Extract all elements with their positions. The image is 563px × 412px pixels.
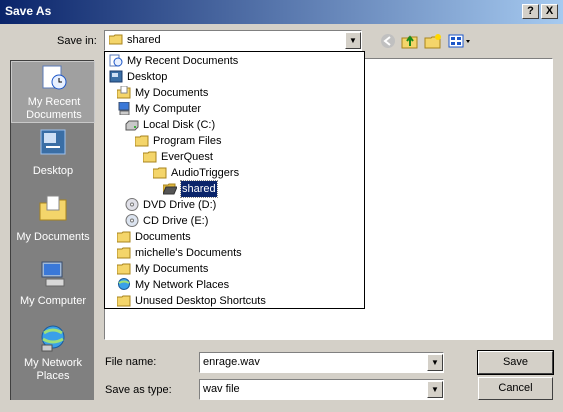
my-computer-icon [117,101,131,116]
save-as-type-value: wav file [203,383,240,395]
dropdown-item-label: My Network Places [135,279,230,291]
dropdown-item[interactable]: michelle's Documents [105,245,364,261]
up-folder-icon[interactable] [400,33,420,51]
title-bar[interactable]: Save As ? X [0,0,563,24]
my-documents-icon [38,193,68,223]
dropdown-item[interactable]: Local Disk (C:) [105,117,364,133]
dropdown-item-label: Documents [135,231,191,243]
chevron-down-icon[interactable]: ▼ [427,381,443,398]
back-icon[interactable] [378,33,398,51]
dropdown-item-label: My Recent Documents [127,55,239,67]
dropdown-item-label: EverQuest [161,151,213,163]
file-name-label: File name: [105,356,157,368]
place-label: Desktop [32,165,74,177]
dropdown-item[interactable]: My Documents [105,85,364,101]
save-button[interactable]: Save [477,350,554,375]
file-name-value: enrage.wav [203,356,260,368]
dropdown-item[interactable]: My Network Places [105,277,364,293]
dropdown-item-label: CD Drive (E:) [143,215,209,227]
help-button[interactable]: ? [522,4,539,19]
chevron-down-icon[interactable]: ▼ [427,354,443,371]
place-my-computer[interactable]: My Computer [11,259,95,321]
desktop-icon [38,127,68,157]
recent-documents-icon [109,54,123,67]
desktop-icon [109,70,123,83]
save-in-combo[interactable]: shared ▼ [104,30,362,51]
folder-icon [116,246,131,259]
folder-icon [116,294,131,307]
place-label: My Documents [16,231,90,243]
window-title: Save As [5,4,52,18]
dropdown-item-label: Desktop [127,71,168,83]
folder-icon [134,134,149,147]
folder-icon [152,166,167,179]
dropdown-item-label: My Documents [135,263,209,275]
my-computer-icon [38,259,68,289]
save-in-label: Save in: [57,35,97,47]
place-label: My Network Places [23,357,83,382]
network-places-icon [117,278,131,291]
dropdown-item[interactable]: Documents [105,229,364,245]
save-as-type-label: Save as type: [105,384,172,396]
place-label: My Recent Documents [26,96,82,121]
dropdown-item-label: AudioTriggers [171,167,240,179]
dropdown-item-label: My Computer [135,103,202,115]
dropdown-item[interactable]: EverQuest [105,149,364,165]
folder-icon [108,34,123,45]
place-recent-documents[interactable]: My Recent Documents [11,61,95,123]
dropdown-item[interactable]: DVD Drive (D:) [105,197,364,213]
dropdown-item[interactable]: CD Drive (E:) [105,213,364,229]
folder-icon [116,230,131,243]
dropdown-item[interactable]: Program Files [105,133,364,149]
dropdown-item-label: Program Files [153,135,222,147]
save-as-type-select[interactable]: wav file ▼ [199,379,444,400]
save-in-dropdown[interactable]: My Recent Documents Desktop My Documents My… [104,51,365,309]
places-bar: My Recent Documents Desktop My Documents… [10,60,95,400]
dropdown-item-label: Unused Desktop Shortcuts [135,295,266,307]
chevron-down-icon[interactable]: ▼ [345,32,361,49]
open-folder-icon [162,182,178,195]
dropdown-item-label: michelle's Documents [135,247,242,259]
dropdown-item-label: DVD Drive (D:) [143,199,217,211]
dropdown-item-label: shared [180,180,218,198]
dvd-drive-icon [125,198,139,211]
dropdown-item[interactable]: My Documents [105,261,364,277]
dropdown-item-label: Local Disk (C:) [143,119,216,131]
dropdown-item[interactable]: AudioTriggers [105,165,364,181]
place-network-places[interactable]: My Network Places [11,323,95,385]
dropdown-item[interactable]: My Recent Documents [105,53,364,69]
dropdown-item[interactable]: shared [105,180,364,198]
network-places-icon [38,323,68,353]
folder-icon [116,262,131,275]
cd-drive-icon [125,214,139,227]
dropdown-item[interactable]: My Computer [105,101,364,117]
save-in-value: shared [127,34,161,46]
dropdown-item-label: My Documents [135,87,209,99]
folder-icon [142,150,157,163]
file-name-input[interactable]: enrage.wav ▼ [199,352,444,373]
dropdown-item[interactable]: Unused Desktop Shortcuts [105,293,364,309]
place-desktop[interactable]: Desktop [11,127,95,189]
place-label: My Computer [19,295,87,307]
dropdown-item[interactable]: Desktop [105,69,364,85]
hard-disk-icon [125,118,139,131]
my-documents-icon [116,85,131,99]
new-folder-icon[interactable] [423,33,443,51]
close-button[interactable]: X [541,4,558,19]
views-menu-icon[interactable] [447,33,473,51]
cancel-button[interactable]: Cancel [478,377,553,400]
recent-documents-icon [39,62,69,92]
place-my-documents[interactable]: My Documents [11,193,95,255]
